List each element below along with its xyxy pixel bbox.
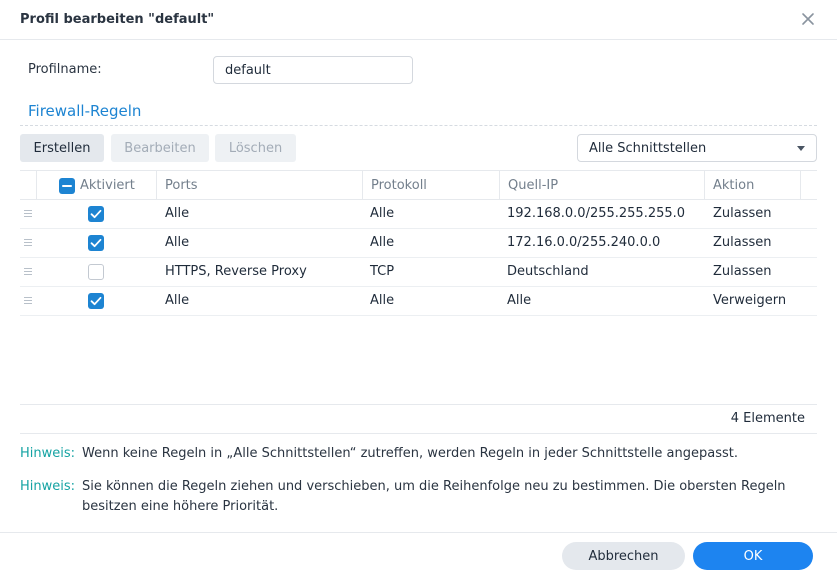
- table-row[interactable]: HTTPS, Reverse Proxy TCP Deutschland Zul…: [20, 258, 817, 287]
- column-header-protocol[interactable]: Protokoll: [363, 171, 427, 200]
- table-row[interactable]: Alle Alle 172.16.0.0/255.240.0.0 Zulasse…: [20, 229, 817, 258]
- check-icon: [90, 238, 102, 248]
- cell-ports: Alle: [165, 293, 190, 308]
- drag-handle-icon[interactable]: [24, 239, 32, 247]
- edit-profile-dialog: Profil bearbeiten "default" Profilname: …: [0, 0, 837, 577]
- enabled-checkbox[interactable]: [88, 264, 104, 280]
- cell-source-ip: 192.168.0.0/255.255.255.0: [507, 206, 686, 221]
- table-footer-divider: [20, 404, 817, 405]
- enabled-checkbox[interactable]: [88, 206, 104, 222]
- interface-select-value: Alle Schnittstellen: [589, 140, 707, 156]
- drag-handle-icon[interactable]: [24, 297, 32, 305]
- table-header: Aktiviert Ports Protokoll Quell-IP Aktio…: [20, 170, 817, 200]
- profile-name-input[interactable]: [213, 56, 413, 84]
- item-count: 4 Elemente: [730, 411, 805, 426]
- dialog-title: Profil bearbeiten "default": [20, 12, 215, 27]
- hint-note: Hinweis: Sie können die Regeln ziehen un…: [20, 477, 817, 517]
- column-separator: [800, 171, 801, 200]
- table-row[interactable]: Alle Alle 192.168.0.0/255.255.255.0 Zula…: [20, 200, 817, 229]
- cell-ports: Alle: [165, 235, 190, 250]
- enabled-checkbox[interactable]: [88, 235, 104, 251]
- cell-action: Zulassen: [713, 206, 772, 221]
- cell-source-ip: Alle: [507, 293, 532, 308]
- cancel-button[interactable]: Abbrechen: [562, 542, 685, 570]
- close-icon[interactable]: [799, 10, 817, 28]
- cell-ports: Alle: [165, 206, 190, 221]
- edit-button[interactable]: Bearbeiten: [111, 134, 209, 162]
- column-separator: [36, 171, 37, 200]
- cell-action: Verweigern: [713, 293, 787, 308]
- interface-select[interactable]: Alle Schnittstellen: [577, 134, 817, 162]
- section-title-firewall-rules: Firewall-Regeln: [28, 102, 142, 120]
- hint-text: Wenn keine Regeln in „Alle Schnittstelle…: [82, 446, 738, 461]
- table-bottom-divider: [20, 433, 817, 434]
- column-header-ports[interactable]: Ports: [157, 171, 198, 200]
- cell-source-ip: Deutschland: [507, 264, 589, 279]
- profile-name-label: Profilname:: [28, 62, 102, 77]
- hint-text: Sie können die Regeln ziehen und verschi…: [82, 479, 786, 514]
- cell-action: Zulassen: [713, 264, 772, 279]
- ok-button[interactable]: OK: [693, 542, 813, 570]
- column-header-action[interactable]: Aktion: [705, 171, 754, 200]
- check-icon: [90, 209, 102, 219]
- chevron-down-icon: [797, 146, 805, 151]
- column-header-source-ip[interactable]: Quell-IP: [500, 171, 558, 200]
- rules-table: Aktiviert Ports Protokoll Quell-IP Aktio…: [20, 170, 817, 316]
- cell-ports: HTTPS, Reverse Proxy: [165, 264, 307, 279]
- dialog-footer-divider: [0, 532, 837, 533]
- cell-protocol: TCP: [370, 264, 395, 279]
- hint-note: Hinweis: Wenn keine Regeln in „Alle Schn…: [20, 444, 817, 464]
- cell-source-ip: 172.16.0.0/255.240.0.0: [507, 235, 661, 250]
- cell-protocol: Alle: [370, 293, 395, 308]
- hint-label: Hinweis:: [20, 479, 76, 494]
- cell-protocol: Alle: [370, 206, 395, 221]
- create-button[interactable]: Erstellen: [20, 134, 104, 162]
- dialog-titlebar: Profil bearbeiten "default": [0, 0, 837, 40]
- section-divider: [20, 125, 817, 126]
- drag-handle-icon[interactable]: [24, 268, 32, 276]
- cell-protocol: Alle: [370, 235, 395, 250]
- enabled-checkbox[interactable]: [88, 293, 104, 309]
- check-icon: [90, 296, 102, 306]
- table-row[interactable]: Alle Alle Alle Verweigern: [20, 287, 817, 316]
- delete-button[interactable]: Löschen: [215, 134, 296, 162]
- drag-handle-icon[interactable]: [24, 210, 32, 218]
- cell-action: Zulassen: [713, 235, 772, 250]
- column-header-enabled[interactable]: Aktiviert: [72, 171, 135, 200]
- hint-label: Hinweis:: [20, 446, 76, 461]
